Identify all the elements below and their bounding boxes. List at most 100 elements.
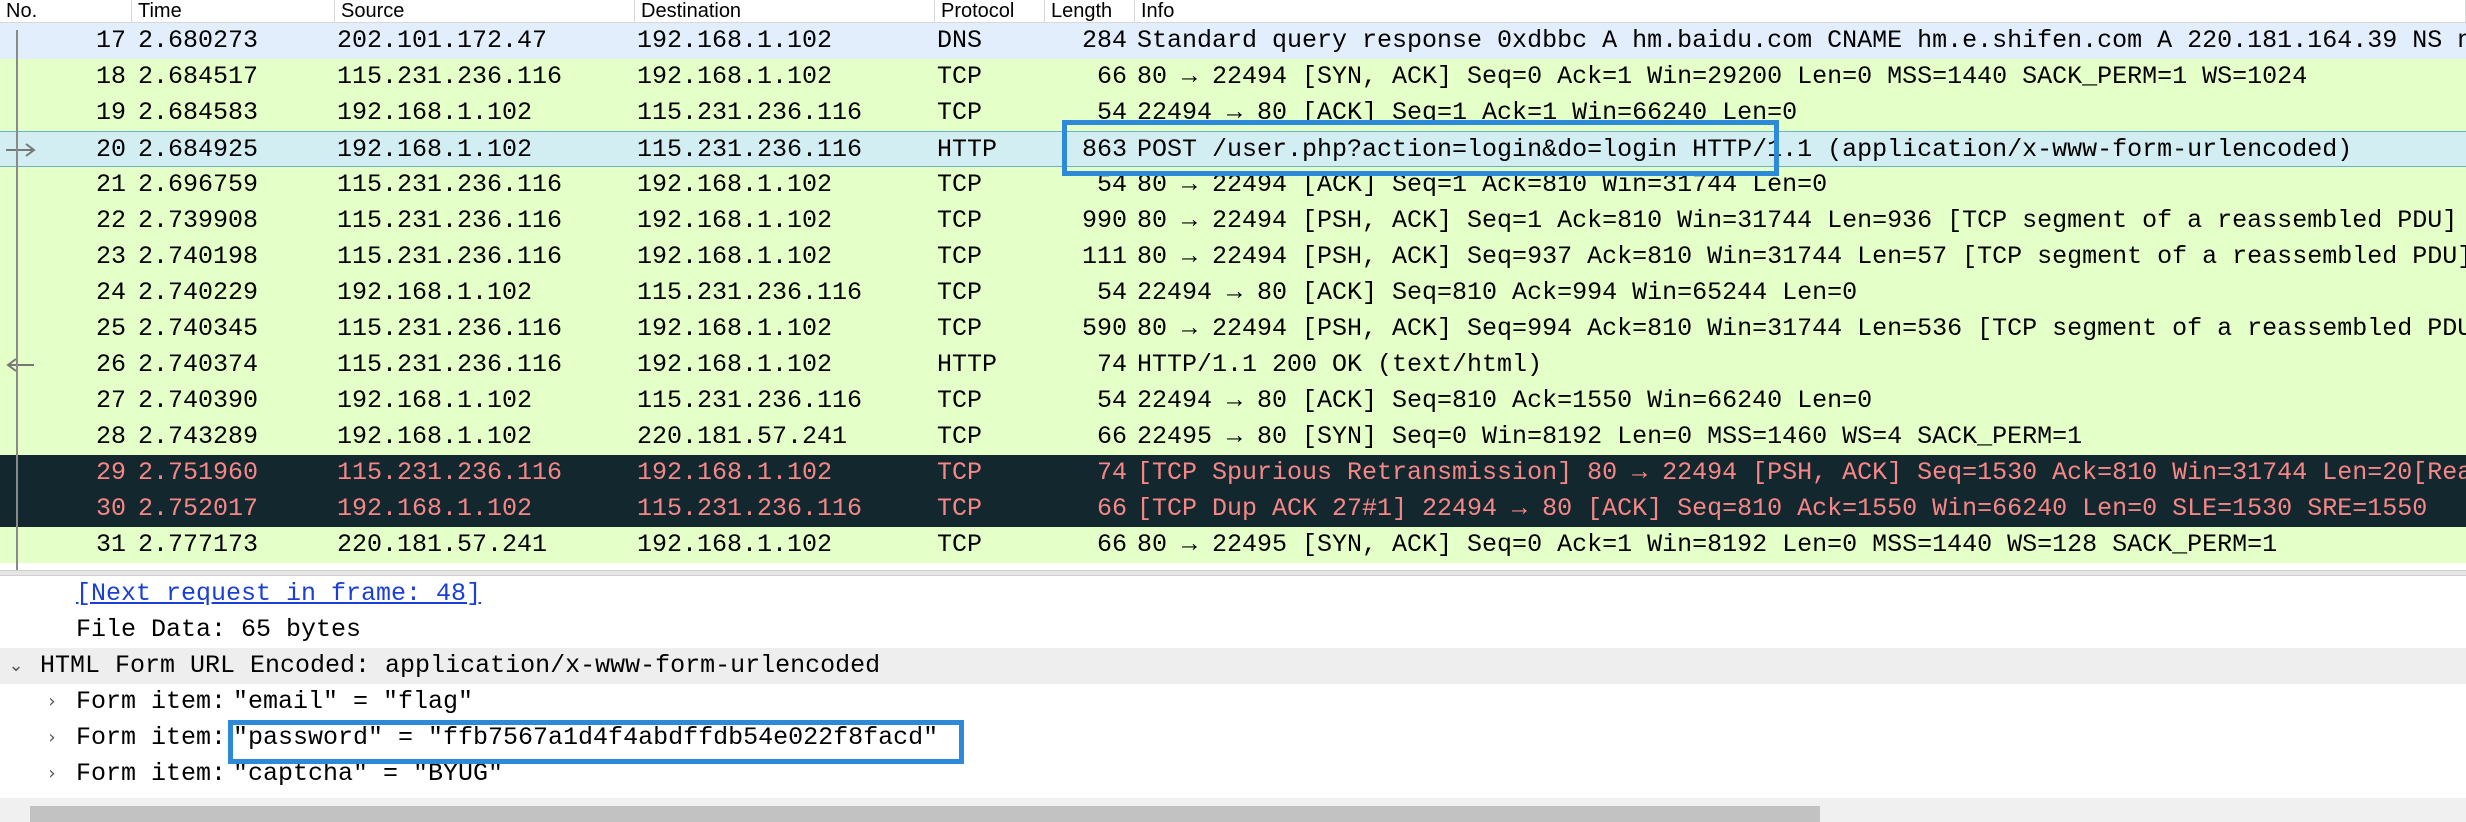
packet-protocol: TCP	[937, 530, 983, 559]
packet-protocol: TCP	[937, 170, 983, 199]
packet-length: 54	[1096, 170, 1127, 199]
packet-time: 2.740345	[138, 314, 259, 343]
table-row[interactable]: 19 2.684583 192.168.1.102 115.231.236.116 TC…	[0, 95, 2466, 131]
chevron-right-icon[interactable]: ›	[42, 756, 62, 792]
packet-protocol: TCP	[937, 62, 983, 91]
chevron-down-icon[interactable]: ⌄	[6, 648, 26, 684]
table-row[interactable]: 21 2.696759 115.231.236.116 192.168.1.102 TC…	[0, 167, 2466, 203]
packet-destination: 192.168.1.102	[637, 206, 833, 235]
detail-form-item-row[interactable]: › Form item: "email" = "flag"	[0, 684, 2466, 720]
packet-info: 80 → 22494 [ACK] Seq=1 Ack=810 Win=31744…	[1137, 170, 1828, 199]
packet-source: 115.231.236.116	[337, 458, 563, 487]
scrollbar-thumb[interactable]	[30, 806, 1820, 822]
packet-destination: 115.231.236.116	[637, 135, 863, 164]
packet-info: [TCP Dup ACK 27#1] 22494 → 80 [ACK] Seq=…	[1137, 494, 2428, 523]
table-row[interactable]: 30 2.752017 192.168.1.102 115.231.236.116 TC…	[0, 491, 2466, 527]
packet-time: 2.740198	[138, 242, 259, 271]
detail-form-header-row[interactable]: ⌄ HTML Form URL Encoded: application/x-w…	[0, 648, 2466, 684]
packet-length: 111	[1081, 242, 1127, 271]
packet-protocol: HTTP	[937, 350, 998, 379]
packet-no: 19	[95, 98, 126, 127]
packet-time: 2.739908	[138, 206, 259, 235]
packet-protocol: TCP	[937, 314, 983, 343]
packet-protocol: TCP	[937, 206, 983, 235]
column-header-protocol[interactable]: Protocol	[935, 0, 1045, 22]
next-request-link[interactable]: [Next request in frame: 48]	[76, 576, 481, 612]
column-header-destination[interactable]: Destination	[635, 0, 935, 22]
packet-destination: 192.168.1.102	[637, 314, 833, 343]
table-row[interactable]: 28 2.743289 192.168.1.102 220.181.57.241 TCP…	[0, 419, 2466, 455]
table-row[interactable]: 18 2.684517 115.231.236.116 192.168.1.102 TC…	[0, 59, 2466, 95]
packet-list[interactable]: No. Time Source Destination Protocol Len…	[0, 0, 2466, 570]
table-row[interactable]: 26 2.740374 115.231.236.116 192.168.1.102 HT…	[0, 347, 2466, 383]
detail-form-item-row[interactable]: › Form item: "captcha" = "BYUG"	[0, 756, 2466, 792]
packet-time: 2.752017	[138, 494, 259, 523]
form-item-prefix: Form item:	[76, 687, 227, 716]
column-header-source[interactable]: Source	[335, 0, 635, 22]
packet-length: 284	[1081, 26, 1127, 55]
packet-destination: 220.181.57.241	[637, 422, 848, 451]
packet-no: 25	[95, 314, 126, 343]
table-row[interactable]: 22 2.739908 115.231.236.116 192.168.1.102 TC…	[0, 203, 2466, 239]
packet-info: Standard query response 0xdbbc A hm.baid…	[1137, 26, 2466, 55]
table-row-selected[interactable]: 20 2.684925 192.168.1.102 115.231.236.116 HT…	[0, 131, 2466, 167]
packet-protocol: HTTP	[937, 135, 998, 164]
chevron-right-icon[interactable]: ›	[42, 720, 62, 756]
conversation-bracket	[16, 30, 18, 570]
packet-info: 80 → 22494 [PSH, ACK] Seq=994 Ack=810 Wi…	[1137, 314, 2466, 343]
packet-source: 115.231.236.116	[337, 350, 563, 379]
packet-info: 80 → 22494 [SYN, ACK] Seq=0 Ack=1 Win=29…	[1137, 62, 2308, 91]
packet-length: 66	[1096, 62, 1127, 91]
table-row[interactable]: 17 2.680273 202.101.172.47 192.168.1.102 DNS…	[0, 23, 2466, 59]
table-row[interactable]: 25 2.740345 115.231.236.116 192.168.1.102 TC…	[0, 311, 2466, 347]
packet-destination: 192.168.1.102	[637, 26, 833, 55]
detail-file-data-row[interactable]: File Data: 65 bytes	[0, 612, 2466, 648]
packet-info: 80 → 22494 [PSH, ACK] Seq=937 Ack=810 Wi…	[1137, 242, 2466, 271]
table-row[interactable]: 24 2.740229 192.168.1.102 115.231.236.116 TC…	[0, 275, 2466, 311]
packet-source: 115.231.236.116	[337, 314, 563, 343]
column-header-info[interactable]: Info	[1135, 0, 2466, 22]
packet-length: 54	[1096, 278, 1127, 307]
packet-destination: 115.231.236.116	[637, 278, 863, 307]
form-item-value: "captcha" = "BYUG"	[233, 759, 504, 788]
packet-source: 115.231.236.116	[337, 242, 563, 271]
table-row[interactable]: 23 2.740198 115.231.236.116 192.168.1.102 TC…	[0, 239, 2466, 275]
table-row[interactable]: 29 2.751960 115.231.236.116 192.168.1.102 TC…	[0, 455, 2466, 491]
packet-destination: 115.231.236.116	[637, 494, 863, 523]
packet-time: 2.680273	[138, 26, 259, 55]
table-row[interactable]: 31 2.777173 220.181.57.241 192.168.1.102 TCP…	[0, 527, 2466, 563]
packet-length: 66	[1096, 422, 1127, 451]
packet-protocol: TCP	[937, 386, 983, 415]
packet-length: 590	[1081, 314, 1127, 343]
packet-time: 2.740390	[138, 386, 259, 415]
packet-list-header: No. Time Source Destination Protocol Len…	[0, 0, 2466, 23]
horizontal-scrollbar[interactable]	[0, 798, 2466, 822]
packet-protocol: DNS	[937, 26, 983, 55]
packet-time: 2.751960	[138, 458, 259, 487]
column-header-length[interactable]: Length	[1045, 0, 1135, 22]
packet-time: 2.696759	[138, 170, 259, 199]
form-header-text: HTML Form URL Encoded: application/x-www…	[40, 651, 881, 680]
packet-protocol: TCP	[937, 422, 983, 451]
packet-source: 192.168.1.102	[337, 494, 533, 523]
packet-destination: 192.168.1.102	[637, 242, 833, 271]
column-header-no[interactable]: No.	[0, 0, 132, 22]
file-data-text: File Data: 65 bytes	[76, 615, 362, 644]
detail-next-request-row[interactable]: [Next request in frame: 48]	[0, 576, 2466, 612]
packet-destination: 192.168.1.102	[637, 530, 833, 559]
packet-destination: 192.168.1.102	[637, 170, 833, 199]
packet-no: 31	[95, 530, 126, 559]
table-row[interactable]: 27 2.740390 192.168.1.102 115.231.236.116 TC…	[0, 383, 2466, 419]
packet-no: 21	[95, 170, 126, 199]
packet-no: 29	[95, 458, 126, 487]
packet-info: [TCP Spurious Retransmission] 80 → 22494…	[1137, 458, 2466, 487]
form-item-value: "password" = "ffb7567a1d4f4abdffdb54e022…	[233, 723, 939, 752]
packet-destination: 192.168.1.102	[637, 350, 833, 379]
form-item-prefix: Form item:	[76, 723, 227, 752]
packet-info: POST /user.php?action=login&do=login HTT…	[1137, 135, 2353, 164]
packet-details[interactable]: [Next request in frame: 48] File Data: 6…	[0, 576, 2466, 798]
packet-time: 2.777173	[138, 530, 259, 559]
column-header-time[interactable]: Time	[132, 0, 335, 22]
chevron-right-icon[interactable]: ›	[42, 684, 62, 720]
detail-form-item-row[interactable]: › Form item: "password" = "ffb7567a1d4f4…	[0, 720, 2466, 756]
